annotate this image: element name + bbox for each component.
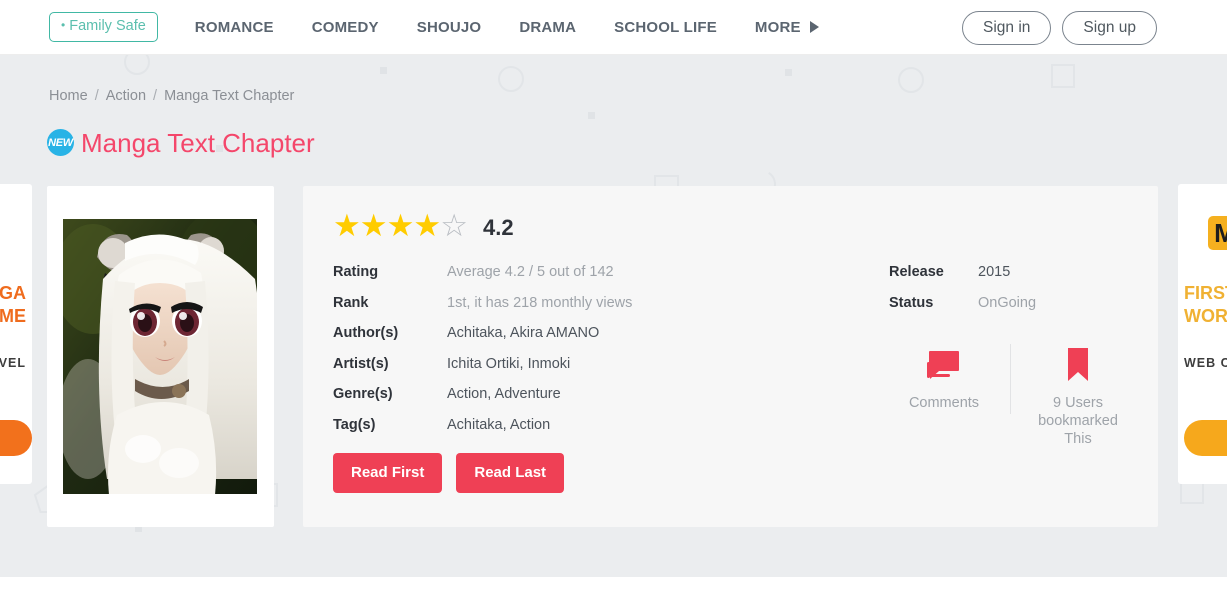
bg-dot-icon (785, 69, 792, 76)
star-icon-3[interactable]: ★ (387, 210, 415, 241)
nav-item-school-life-label: SCHOOL LIFE (614, 18, 717, 36)
bg-dot-icon (588, 112, 595, 119)
bookmark-icon (1023, 341, 1133, 383)
breadcrumb: Home / Action / Manga Text Chapter (49, 88, 294, 104)
detail-row-status: Status OnGoing (889, 295, 1119, 326)
detail-row-authors: Author(s) Achitaka, Akira AMANO (333, 325, 853, 356)
nav-item-shoujo[interactable]: SHOUJO (398, 19, 501, 36)
nav-item-shoujo-label: SHOUJO (416, 18, 482, 36)
manga-info-card: ★ ★ ★ ★ ☆ 4.2 Rating Average 4.2 / 5 out… (303, 186, 1158, 527)
detail-row-tags: Tag(s) Achitaka, Action (333, 417, 853, 448)
bg-circle-icon (124, 55, 150, 75)
page-root: • Family Safe ROMANCE COMEDY SHOUJO DRAM… (0, 0, 1227, 599)
nav-item-drama-label: DRAMA (519, 18, 577, 36)
page-title: Manga Text Chapter (81, 127, 315, 158)
rating-stars[interactable]: ★ ★ ★ ★ ☆ 4.2 (333, 210, 514, 241)
detail-label-artists: Artist(s) (333, 355, 389, 372)
detail-label-tags: Tag(s) (333, 416, 376, 433)
ad-right-cta-button[interactable] (1184, 420, 1227, 456)
cover-image[interactable] (63, 219, 257, 494)
sign-in-button[interactable]: Sign in (962, 11, 1052, 46)
bookmark-label: 9 Users bookmarked This (1038, 395, 1118, 448)
site-header: • Family Safe ROMANCE COMEDY SHOUJO DRAM… (0, 0, 1227, 55)
nav-item-romance-label: ROMANCE (194, 18, 274, 36)
bg-square-icon (1051, 64, 1075, 88)
action-icons-block: Comments 9 Users bookmarked This (889, 341, 1159, 451)
detail-label-authors: Author(s) (333, 325, 399, 341)
star-icon-1[interactable]: ★ (333, 210, 361, 241)
read-first-button[interactable]: Read First (333, 453, 443, 493)
star-icon-2[interactable]: ★ (360, 210, 388, 241)
detail-value-status: OnGoing (978, 294, 1037, 311)
star-icon-4[interactable]: ★ (413, 210, 441, 241)
nav-item-comedy[interactable]: COMEDY (293, 19, 398, 36)
detail-label-genres: Genre(s) (333, 386, 393, 402)
bg-circle-icon (498, 66, 524, 92)
detail-row-genres: Genre(s) Action, Adventure (333, 386, 853, 417)
detail-row-release: Release 2015 (889, 264, 1119, 295)
details-table-right: Release 2015 Status OnGoing (889, 264, 1119, 325)
detail-value-rank: 1st, it has 218 monthly views (447, 294, 633, 311)
detail-value-tags[interactable]: Achitaka, Action (447, 417, 550, 433)
sign-up-button[interactable]: Sign up (1062, 11, 1157, 46)
bg-dot-icon (380, 67, 387, 74)
read-last-button[interactable]: Read Last (456, 453, 565, 493)
family-safe-dot-icon: • (61, 18, 66, 33)
comments-label: Comments (908, 395, 980, 411)
detail-label-rating: Rating (333, 264, 379, 280)
detail-value-genres[interactable]: Action, Adventure (447, 386, 561, 402)
ad-right-subtitle: WEB C (1184, 356, 1227, 370)
detail-row-rank: Rank 1st, it has 218 monthly views (333, 295, 853, 326)
ad-right-logo: M (1208, 216, 1227, 250)
detail-row-artists: Artist(s) Ichita Ortiki, Inmoki (333, 356, 853, 387)
detail-label-rank: Rank (333, 294, 369, 311)
nav-item-comedy-label: COMEDY (311, 18, 379, 36)
detail-value-rating: Average 4.2 / 5 out of 142 (447, 264, 614, 280)
detail-row-rating: Rating Average 4.2 / 5 out of 142 (333, 264, 853, 295)
ad-right-title: FIRSTWORLD (1184, 283, 1227, 326)
ad-left-subtitle: NOVEL (0, 356, 26, 370)
main-nav: ROMANCE COMEDY SHOUJO DRAMA SCHOOL LIFE … (176, 19, 838, 36)
comments-icon (889, 341, 999, 383)
action-divider (1010, 344, 1011, 414)
details-table-left: Rating Average 4.2 / 5 out of 142 Rank 1… (333, 264, 853, 447)
nav-item-romance[interactable]: ROMANCE (176, 19, 293, 36)
bookmark-action[interactable]: 9 Users bookmarked This (1023, 341, 1133, 448)
ad-panel-left[interactable]: MANGAGAME NOVEL (0, 184, 32, 484)
page-title-row: NEW Manga Text Chapter (47, 129, 315, 156)
detail-label-release: Release (889, 264, 944, 280)
detail-value-authors[interactable]: Achitaka, Akira AMANO (447, 325, 599, 341)
new-badge: NEW (47, 129, 74, 156)
bg-circle-icon (898, 67, 924, 93)
nav-item-drama[interactable]: DRAMA (500, 19, 595, 36)
detail-value-release: 2015 (978, 264, 1011, 280)
family-safe-toggle[interactable]: • Family Safe (49, 12, 158, 42)
nav-item-school-life[interactable]: SCHOOL LIFE (595, 19, 736, 36)
ad-panel-right[interactable]: M FIRSTWORLD WEB C (1178, 184, 1227, 484)
rating-score: 4.2 (482, 214, 514, 240)
read-buttons: Read First Read Last (333, 453, 565, 493)
breadcrumb-separator: / (153, 88, 158, 104)
star-icon-5[interactable]: ☆ (440, 210, 468, 241)
nav-item-more[interactable]: MORE (736, 19, 838, 36)
triangle-right-icon (809, 21, 819, 33)
auth-buttons: Sign in Sign up (962, 11, 1157, 46)
detail-value-artists[interactable]: Ichita Ortiki, Inmoki (447, 356, 570, 372)
family-safe-label: Family Safe (69, 18, 146, 35)
ad-left-title: MANGAGAME (0, 283, 26, 326)
ad-left-cta-button[interactable] (0, 420, 32, 456)
detail-label-status: Status (889, 294, 934, 311)
breadcrumb-separator: / (94, 88, 99, 104)
comments-action[interactable]: Comments (889, 341, 999, 412)
breadcrumb-item-home[interactable]: Home (49, 88, 88, 104)
breadcrumb-item-action[interactable]: Action (106, 88, 146, 104)
nav-item-more-label: MORE (754, 18, 801, 36)
breadcrumb-item-current: Manga Text Chapter (164, 88, 295, 104)
cover-card (47, 186, 274, 527)
